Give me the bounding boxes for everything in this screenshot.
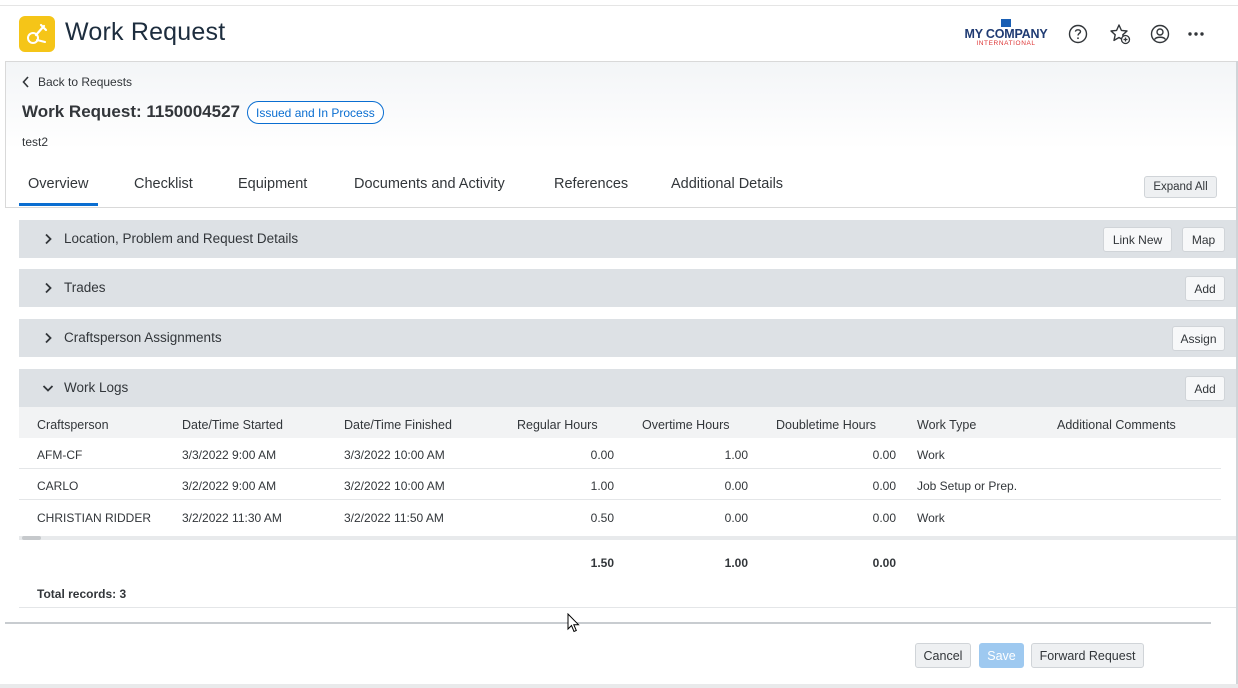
cell-doubletime-hours: 0.00 <box>872 511 896 525</box>
assign-button[interactable]: Assign <box>1172 326 1225 351</box>
add-favorite-icon[interactable] <box>1109 23 1131 45</box>
total-regular-hours: 1.50 <box>590 556 614 570</box>
cell-regular-hours: 0.50 <box>590 511 614 525</box>
cell-doubletime-hours: 0.00 <box>872 448 896 462</box>
cell-work-type: Job Setup or Prep. <box>917 479 1018 493</box>
col-header-date-started[interactable]: Date/Time Started <box>182 418 283 432</box>
row-divider <box>19 468 1221 469</box>
back-link-label: Back to Requests <box>38 75 133 89</box>
window-border-bottom <box>0 684 1238 688</box>
chevron-right-icon <box>45 332 52 344</box>
cell-regular-hours: 1.00 <box>590 479 614 493</box>
cell-started: 3/3/2022 9:00 AM <box>182 448 277 462</box>
cell-work-type: Work <box>917 448 945 462</box>
col-header-additional-comments[interactable]: Additional Comments <box>1057 418 1176 432</box>
section-label: Location, Problem and Request Details <box>64 231 299 246</box>
footer-divider <box>5 622 1211 624</box>
section-craftsperson-assignments[interactable]: Craftsperson Assignments Assign <box>19 319 1236 357</box>
section-trades[interactable]: Trades Add <box>19 269 1236 307</box>
app-logo-icon[interactable] <box>19 16 55 52</box>
tab-overview[interactable]: Overview <box>28 176 88 192</box>
horizontal-scrollbar-thumb[interactable] <box>22 536 41 540</box>
cell-finished: 3/2/2022 11:50 AM <box>344 511 444 525</box>
link-new-button[interactable]: Link New <box>1103 227 1172 252</box>
add-trade-button[interactable]: Add <box>1185 276 1225 301</box>
cell-craftsperson: CHRISTIAN RIDDER <box>37 511 152 525</box>
cell-work-type: Work <box>917 511 945 525</box>
cell-doubletime-hours: 0.00 <box>872 479 896 493</box>
forward-request-button[interactable]: Forward Request <box>1031 643 1144 668</box>
tab-references[interactable]: References <box>554 176 628 192</box>
cancel-button[interactable]: Cancel <box>915 643 971 668</box>
cell-started: 3/2/2022 9:00 AM <box>182 479 277 493</box>
col-header-work-type[interactable]: Work Type <box>917 418 976 432</box>
tab-equipment[interactable]: Equipment <box>238 176 307 192</box>
col-header-doubletime-hours[interactable]: Doubletime Hours <box>776 418 876 432</box>
app-title: Work Request <box>65 18 226 46</box>
section-label: Craftsperson Assignments <box>64 330 222 345</box>
total-doubletime-hours: 0.00 <box>872 556 896 570</box>
total-overtime-hours: 1.00 <box>724 556 748 570</box>
cell-started: 3/2/2022 11:30 AM <box>182 511 282 525</box>
chevron-down-icon <box>42 385 54 392</box>
add-work-log-button[interactable]: Add <box>1185 376 1225 401</box>
cell-finished: 3/2/2022 10:00 AM <box>344 479 445 493</box>
company-subtitle: INTERNATIONAL <box>976 40 1036 47</box>
total-records: Total records: 3 <box>37 587 127 601</box>
section-label: Trades <box>64 280 106 295</box>
user-profile-icon[interactable] <box>1149 23 1171 45</box>
horizontal-scrollbar-track[interactable] <box>19 536 1236 540</box>
active-tab-indicator <box>19 203 98 206</box>
chevron-right-icon <box>45 233 52 245</box>
company-name: MY COMPANY <box>964 27 1048 41</box>
tab-checklist[interactable]: Checklist <box>134 176 193 192</box>
help-icon[interactable] <box>1067 23 1089 45</box>
row-divider <box>19 499 1221 500</box>
cell-overtime-hours: 0.00 <box>724 511 748 525</box>
tab-additional-details[interactable]: Additional Details <box>671 176 783 192</box>
request-description: test2 <box>22 135 49 149</box>
col-header-regular-hours[interactable]: Regular Hours <box>517 418 598 432</box>
cell-overtime-hours: 1.00 <box>724 448 748 462</box>
col-header-date-finished[interactable]: Date/Time Finished <box>344 418 452 432</box>
cell-overtime-hours: 0.00 <box>724 479 748 493</box>
save-button[interactable]: Save <box>979 643 1024 668</box>
table-bottom-divider <box>19 607 1236 608</box>
expand-all-button[interactable]: Expand All <box>1144 176 1217 198</box>
more-options-icon[interactable] <box>1185 23 1207 45</box>
section-work-logs[interactable]: Work Logs Add <box>19 369 1236 407</box>
col-header-craftsperson[interactable]: Craftsperson <box>37 418 109 432</box>
status-badge: Issued and In Process <box>247 101 384 124</box>
back-to-requests-link[interactable]: Back to Requests <box>22 75 132 89</box>
chevron-left-icon <box>22 76 29 88</box>
col-header-overtime-hours[interactable]: Overtime Hours <box>642 418 730 432</box>
cell-finished: 3/3/2022 10:00 AM <box>344 448 445 462</box>
company-logo: MY COMPANY INTERNATIONAL <box>964 18 1048 48</box>
section-label: Work Logs <box>64 380 129 395</box>
mouse-cursor-icon <box>567 613 580 633</box>
section-location-problem-request[interactable]: Location, Problem and Request Details Li… <box>19 220 1236 258</box>
cell-craftsperson: AFM-CF <box>37 448 83 462</box>
tabs-divider <box>5 207 1238 208</box>
map-button[interactable]: Map <box>1182 227 1225 252</box>
chevron-right-icon <box>45 282 52 294</box>
cell-regular-hours: 0.00 <box>590 448 614 462</box>
page-title: Work Request: 1150004527 <box>22 102 240 121</box>
shell-bar: Work Request MY COMPANY INTERNATIONAL <box>0 5 1238 61</box>
tab-documents-and-activity[interactable]: Documents and Activity <box>354 176 505 192</box>
company-logo-mark <box>1001 19 1011 27</box>
cell-craftsperson: CARLO <box>37 479 79 493</box>
